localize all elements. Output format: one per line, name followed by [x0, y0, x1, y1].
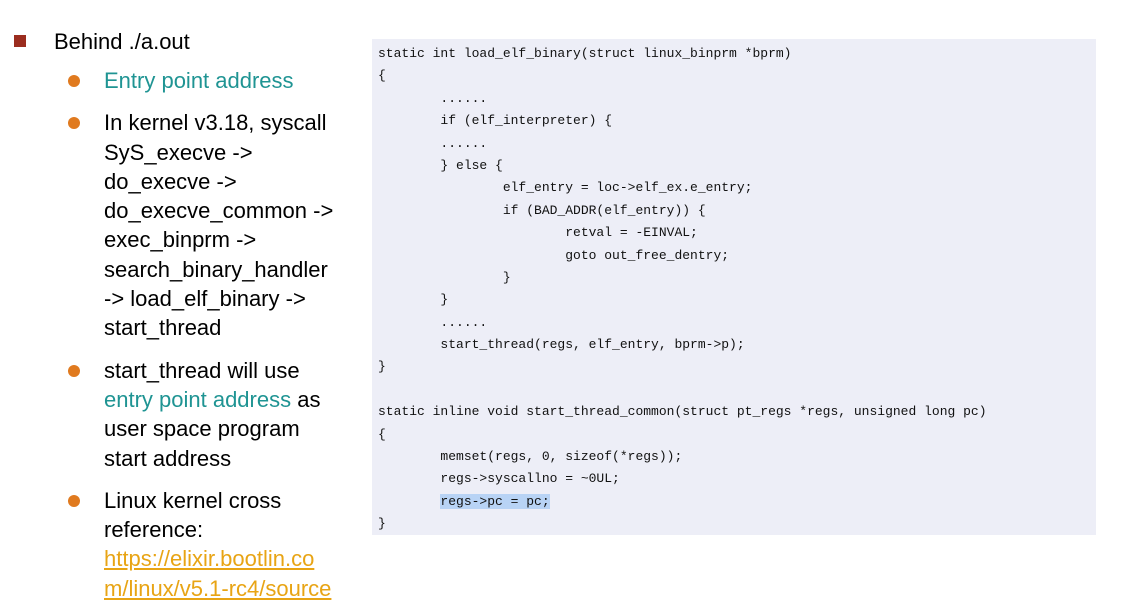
code-line: } [378, 359, 386, 375]
bullet-entry-point: Entry point address [68, 66, 368, 95]
circle-bullet-icon [68, 117, 80, 130]
circle-bullet-icon [68, 75, 80, 87]
code-line: } [378, 269, 511, 285]
code-line: } [378, 292, 449, 308]
highlighted-term: entry point address [104, 386, 292, 412]
highlighted-code: regs->pc = pc; [440, 493, 550, 509]
code-line: elf_entry = loc->elf_ex.e_entry; [378, 180, 753, 196]
code-line: ...... [378, 90, 488, 106]
circle-bullet-icon [68, 494, 80, 507]
code-line: static inline void start_thread_common(s… [378, 404, 987, 420]
code-line: { [378, 68, 386, 84]
code-text: static int load_elf_binary(struct linux_… [378, 43, 987, 536]
code-line: memset(regs, 0, sizeof(*regs)); [378, 449, 683, 465]
code-line: if (BAD_ADDR(elf_entry)) { [378, 202, 706, 218]
code-line: static int load_elf_binary(struct linux_… [378, 46, 792, 61]
code-line: { [378, 426, 386, 442]
cross-reference-link[interactable]: m/linux/v5.1-rc4/source [104, 574, 368, 603]
bullet-text: -> load_elf_binary -> [104, 286, 306, 312]
code-line: } [378, 516, 386, 532]
code-line: ...... [378, 314, 488, 330]
bullet-text: exec_binprm -> [104, 227, 257, 253]
bullet-text: Linux kernel cross [104, 487, 282, 513]
code-line: retval = -EINVAL; [378, 225, 698, 241]
bullet-text: do_execve_common -> [104, 198, 334, 224]
bullet-text: do_execve -> [104, 168, 237, 194]
bullet-text: search_binary_handler [104, 256, 328, 282]
bullet-text: SyS_execve -> [104, 139, 253, 165]
cross-reference-link[interactable]: https://elixir.bootlin.co [104, 544, 368, 573]
bullet-text: start_thread [104, 315, 222, 341]
bullet-text: user space program [104, 416, 300, 442]
bullet-text: reference: [104, 517, 204, 543]
bullet-text-line: entry point address as [104, 385, 368, 414]
code-line: ...... [378, 135, 488, 151]
code-line: regs->syscallno = ~0UL; [378, 471, 620, 487]
code-line: start_thread(regs, elf_entry, bprm->p); [378, 337, 745, 353]
heading-text: Behind ./a.out [54, 29, 190, 54]
code-block: static int load_elf_binary(struct linux_… [372, 39, 1096, 535]
slide: Behind ./a.out Entry point address In ke… [0, 0, 1125, 616]
bullet-list: Entry point address In kernel v3.18, sys… [68, 66, 368, 616]
bullet-text: start_thread will use [104, 357, 300, 383]
bullet-text: Entry point address [104, 68, 294, 93]
code-line-highlighted: regs->pc = pc; [378, 491, 987, 513]
bullet-panel: Behind ./a.out Entry point address In ke… [0, 0, 370, 616]
code-line: goto out_free_dentry; [378, 247, 730, 263]
bullet-cross-reference: Linux kernel cross reference: https://el… [68, 486, 368, 603]
bullet-text: In kernel v3.18, syscall [104, 110, 327, 136]
square-bullet-icon [14, 35, 26, 47]
code-line: } else { [378, 157, 503, 173]
code-line: if (elf_interpreter) { [378, 113, 613, 129]
circle-bullet-icon [68, 364, 80, 377]
bullet-text: as [291, 386, 321, 412]
bullet-start-thread: start_thread will use entry point addres… [68, 356, 368, 473]
bullet-syscall-chain: In kernel v3.18, syscall SyS_execve -> d… [68, 108, 368, 342]
bullet-text: start address [104, 445, 232, 471]
